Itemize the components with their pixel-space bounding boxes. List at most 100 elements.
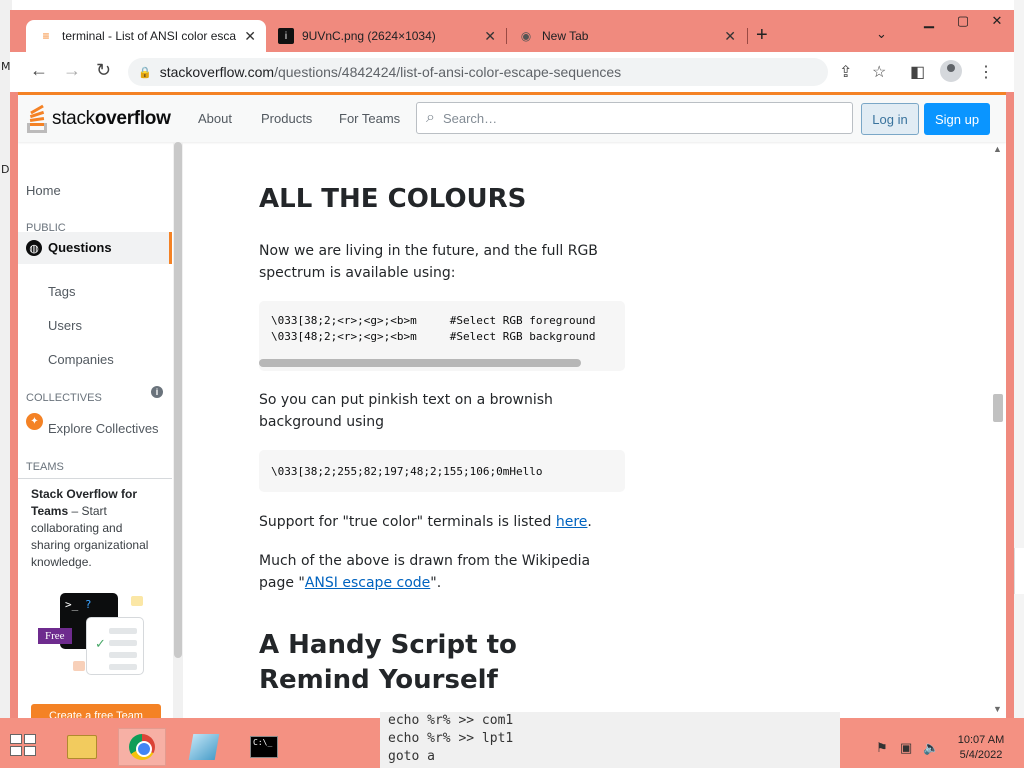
code-horizontal-scrollbar[interactable] — [259, 359, 581, 367]
desktop-icon-label-d: D — [1, 163, 10, 176]
paragraph: Now we are living in the future, and the… — [259, 243, 598, 281]
clock-date: 5/4/2022 — [959, 749, 1003, 761]
forward-arrow-icon[interactable]: → — [63, 60, 81, 81]
tab-separator — [747, 28, 748, 44]
sidebar-item-label: Questions — [48, 240, 112, 255]
close-tab-icon[interactable]: ✕ — [244, 28, 256, 45]
chrome-icon: ◉ — [520, 29, 532, 43]
divider — [18, 478, 172, 479]
folder-icon — [67, 735, 97, 759]
login-button[interactable]: Log in — [861, 103, 919, 135]
scroll-up-arrow-icon[interactable]: ▲ — [993, 144, 1002, 154]
volume-muted-icon[interactable]: 🔈 — [923, 740, 939, 756]
chrome-icon — [129, 734, 155, 760]
code-text: \033[38;2;<r>;<g>;<b>m #Select RGB foreg… — [271, 314, 596, 343]
close-tab-icon[interactable]: ✕ — [484, 28, 496, 45]
search-placeholder: Search… — [442, 110, 498, 126]
menu-kebab-icon[interactable]: ⋮ — [978, 62, 994, 82]
url-path: /questions/4842424/list-of-ansi-color-es… — [274, 64, 622, 80]
desktop-right-edge — [1014, 0, 1024, 718]
nav-products[interactable]: Products — [261, 111, 312, 126]
stackoverflow-logo[interactable]: stackoverflow — [26, 104, 171, 133]
tab-stackoverflow[interactable]: ≡ terminal - List of ANSI color esca ✕ — [26, 20, 266, 52]
tab-new-tab[interactable]: ◉ New Tab ✕ — [506, 20, 746, 52]
sidebar-item-companies[interactable]: Companies — [48, 352, 114, 367]
image-icon: i — [278, 28, 294, 44]
logo-text: stackoverflow — [52, 108, 171, 129]
search-input[interactable]: ⌕ Search… — [416, 102, 853, 134]
address-bar[interactable]: 🔒 stackoverflow.com/questions/4842424/li… — [128, 58, 828, 86]
maximize-icon[interactable]: ▢ — [946, 10, 980, 32]
create-free-team-button[interactable]: Create a free Team — [31, 704, 161, 718]
console-line: goto a — [388, 749, 435, 764]
lock-icon: 🔒 — [138, 66, 152, 79]
tab-title: 9UVnC.png (2624×1034) — [302, 29, 436, 43]
notepad-taskbar-button[interactable] — [180, 728, 228, 766]
globe-icon: ◍ — [26, 240, 42, 256]
file-explorer-taskbar-button[interactable] — [58, 728, 106, 766]
sidebar-item-users[interactable]: Users — [48, 318, 82, 333]
stackoverflow-logo-icon — [26, 104, 48, 133]
sidebar-item-questions[interactable]: ◍ Questions — [18, 232, 172, 264]
browser-toolbar: ← → ↻ 🔒 stackoverflow.com/questions/4842… — [10, 52, 1014, 92]
sidebar-item-tags[interactable]: Tags — [48, 284, 75, 299]
section-heading: A Handy Script to Remind Yourself — [259, 630, 517, 695]
paragraph: So you can put pinkish text on a brownis… — [259, 392, 553, 430]
search-icon: ⌕ — [426, 109, 435, 126]
console-line: echo %r% >> lpt1 — [388, 731, 514, 746]
bookmark-star-icon[interactable]: ☆ — [872, 62, 886, 82]
sidebar-scrollbar[interactable] — [173, 142, 183, 718]
close-window-icon[interactable]: ✕ — [980, 10, 1014, 32]
chrome-taskbar-button[interactable] — [118, 728, 166, 766]
taskbar-clock[interactable]: 10:07 AM 5/4/2022 — [948, 733, 1014, 763]
tab-search-chevron-icon[interactable]: ⌄ — [876, 26, 887, 42]
scrollbar-thumb[interactable] — [993, 394, 1003, 422]
notepad-icon — [188, 734, 220, 760]
teams-promo-illustration: >_ ? ✓ Free — [38, 589, 148, 679]
tab-title: terminal - List of ANSI color esca — [62, 29, 237, 43]
tab-image[interactable]: i 9UVnC.png (2624×1034) ✕ — [266, 20, 506, 52]
console-line: echo %r% >> com1 — [388, 713, 514, 728]
network-icon[interactable]: ▣ — [900, 740, 912, 756]
code-block: \033[38;2;<r>;<g>;<b>m #Select RGB foreg… — [259, 301, 625, 371]
scroll-down-arrow-icon[interactable]: ▼ — [993, 704, 1002, 714]
sidebar-item-home[interactable]: Home — [26, 183, 61, 198]
tab-title: New Tab — [542, 29, 589, 43]
speech-bubble-icon — [131, 596, 143, 606]
share-icon[interactable]: ⇪ — [839, 62, 852, 82]
side-panel-icon[interactable]: ◧ — [910, 62, 925, 82]
cmd-taskbar-button[interactable]: C:\_ — [240, 728, 288, 766]
ansi-escape-code-link[interactable]: ANSI escape code — [305, 575, 430, 591]
nav-for-teams[interactable]: For Teams — [339, 111, 400, 126]
flag-icon[interactable]: ⚑ — [876, 740, 888, 756]
so-header: stackoverflow About Products For Teams ⌕… — [18, 92, 1006, 142]
background-window-edge — [1014, 548, 1024, 594]
signup-button[interactable]: Sign up — [924, 103, 990, 135]
page-scrollbar[interactable]: ▲ ▼ — [989, 142, 1006, 718]
sidebar-heading-teams: TEAMS — [26, 461, 64, 473]
console-window: echo %r% >> com1 echo %r% >> lpt1 goto a — [380, 712, 840, 768]
url-host: stackoverflow.com — [159, 64, 275, 80]
stackoverflow-icon: ≡ — [42, 29, 50, 43]
back-arrow-icon[interactable]: ← — [30, 60, 48, 81]
reload-icon[interactable]: ↻ — [96, 60, 111, 81]
close-tab-icon[interactable]: ✕ — [724, 28, 736, 45]
new-tab-plus-icon[interactable]: + — [756, 24, 768, 47]
code-text: \033[38;2;255;82;197;48;2;155;106;0mHell… — [271, 465, 543, 478]
webpage: stackoverflow About Products For Teams ⌕… — [18, 92, 1006, 718]
minimize-icon[interactable]: ▁ — [912, 10, 946, 32]
sidebar-item-explore-collectives[interactable]: Explore Collectives — [48, 421, 159, 436]
teams-promo-text: Stack Overflow for Teams – Start collabo… — [31, 487, 149, 569]
code-block: \033[38;2;255;82;197;48;2;155;106;0mHell… — [259, 450, 625, 492]
here-link[interactable]: here — [556, 514, 588, 530]
collectives-icon: ✦ — [26, 413, 43, 430]
nav-about[interactable]: About — [198, 111, 232, 126]
checkmark-icon: ✓ — [95, 636, 106, 651]
info-icon[interactable]: i — [151, 386, 163, 398]
paragraph: Much of the above is drawn from the Wiki… — [259, 553, 591, 591]
profile-avatar-icon[interactable] — [940, 60, 962, 82]
scrollbar-thumb[interactable] — [174, 142, 182, 658]
section-heading: ALL THE COLOURS — [259, 184, 527, 214]
window-controls: ▁ ▢ ✕ — [912, 10, 1014, 32]
start-windows-icon[interactable] — [10, 734, 38, 758]
